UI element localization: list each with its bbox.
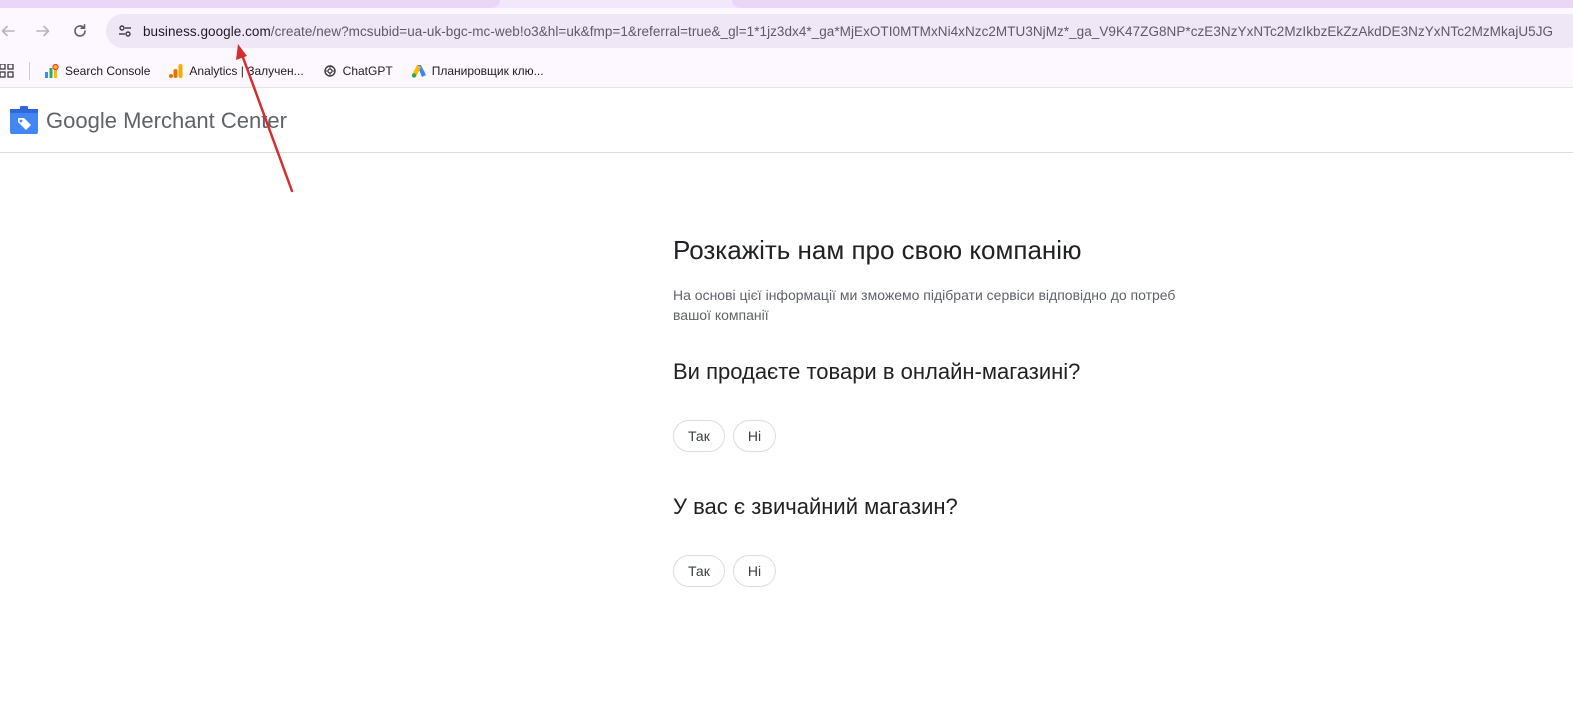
google-ads-icon xyxy=(411,63,427,79)
analytics-icon xyxy=(168,63,184,79)
logo-product-text: Merchant Center xyxy=(123,108,287,133)
bookmark-label: Search Console xyxy=(65,63,151,78)
arrow-right-icon xyxy=(36,25,50,37)
physical-store-no-chip[interactable]: Ні xyxy=(732,555,777,587)
question-online-store: Ви продаєте товари в онлайн-магазині? xyxy=(673,359,1081,384)
bookmarks-bar: Search Console Analytics | Залучен... Ch… xyxy=(0,54,1573,88)
online-store-yes-chip[interactable]: Так xyxy=(673,420,725,452)
bookmark-label: Планировщик клю... xyxy=(431,63,544,78)
site-info-button[interactable] xyxy=(110,16,140,46)
browser-tab[interactable] xyxy=(0,0,500,8)
url-path: /create/new?mcsubid=ua-uk-bgc-mc-web!o3&… xyxy=(270,23,1554,39)
url-text[interactable]: business.google.com/create/new?mcsubid=u… xyxy=(143,24,1553,39)
reload-button[interactable] xyxy=(67,18,93,44)
physical-store-yes-chip[interactable]: Так xyxy=(673,555,725,587)
forward-button[interactable] xyxy=(30,18,56,44)
bookmark-search-console[interactable]: Search Console xyxy=(44,63,150,79)
online-store-options: Так Ні xyxy=(673,420,777,452)
bookmark-analytics[interactable]: Analytics | Залучен... xyxy=(168,63,304,79)
bookmark-label: Analytics | Залучен... xyxy=(189,63,304,78)
browser-tab-strip xyxy=(0,0,1573,8)
physical-store-options: Так Ні xyxy=(673,555,777,587)
page-subtitle: На основі цієї інформації ми зможемо під… xyxy=(673,287,1176,323)
tune-icon xyxy=(119,25,131,37)
page-title: Розкажіть нам про свою компанію xyxy=(673,235,1082,265)
browser-toolbar: business.google.com/create/new?mcsubid=u… xyxy=(0,8,1573,54)
bookmarks-separator xyxy=(29,61,30,80)
arrow-left-icon xyxy=(1,25,15,37)
reload-icon xyxy=(74,24,86,37)
chatgpt-icon xyxy=(322,63,338,79)
app-header: Google Merchant Center xyxy=(0,89,1573,153)
back-button[interactable] xyxy=(0,18,21,44)
merchant-center-logo-icon[interactable] xyxy=(10,106,38,134)
bookmark-label: ChatGPT xyxy=(342,63,393,78)
search-console-icon xyxy=(44,63,60,79)
bookmark-chatgpt[interactable]: ChatGPT xyxy=(322,63,393,79)
browser-tab[interactable] xyxy=(732,0,1573,8)
apps-grid-icon[interactable] xyxy=(0,63,14,78)
address-bar[interactable]: business.google.com/create/new?mcsubid=u… xyxy=(106,14,1573,48)
app-logo-text[interactable]: Google Merchant Center xyxy=(46,108,287,134)
online-store-no-chip[interactable]: Ні xyxy=(732,420,777,452)
url-domain: business.google.com xyxy=(143,23,271,39)
logo-google-text: Google xyxy=(46,108,117,133)
bookmark-keyword-planner[interactable]: Планировщик клю... xyxy=(411,63,544,79)
question-physical-store: У вас є звичайний магазин? xyxy=(673,494,958,519)
